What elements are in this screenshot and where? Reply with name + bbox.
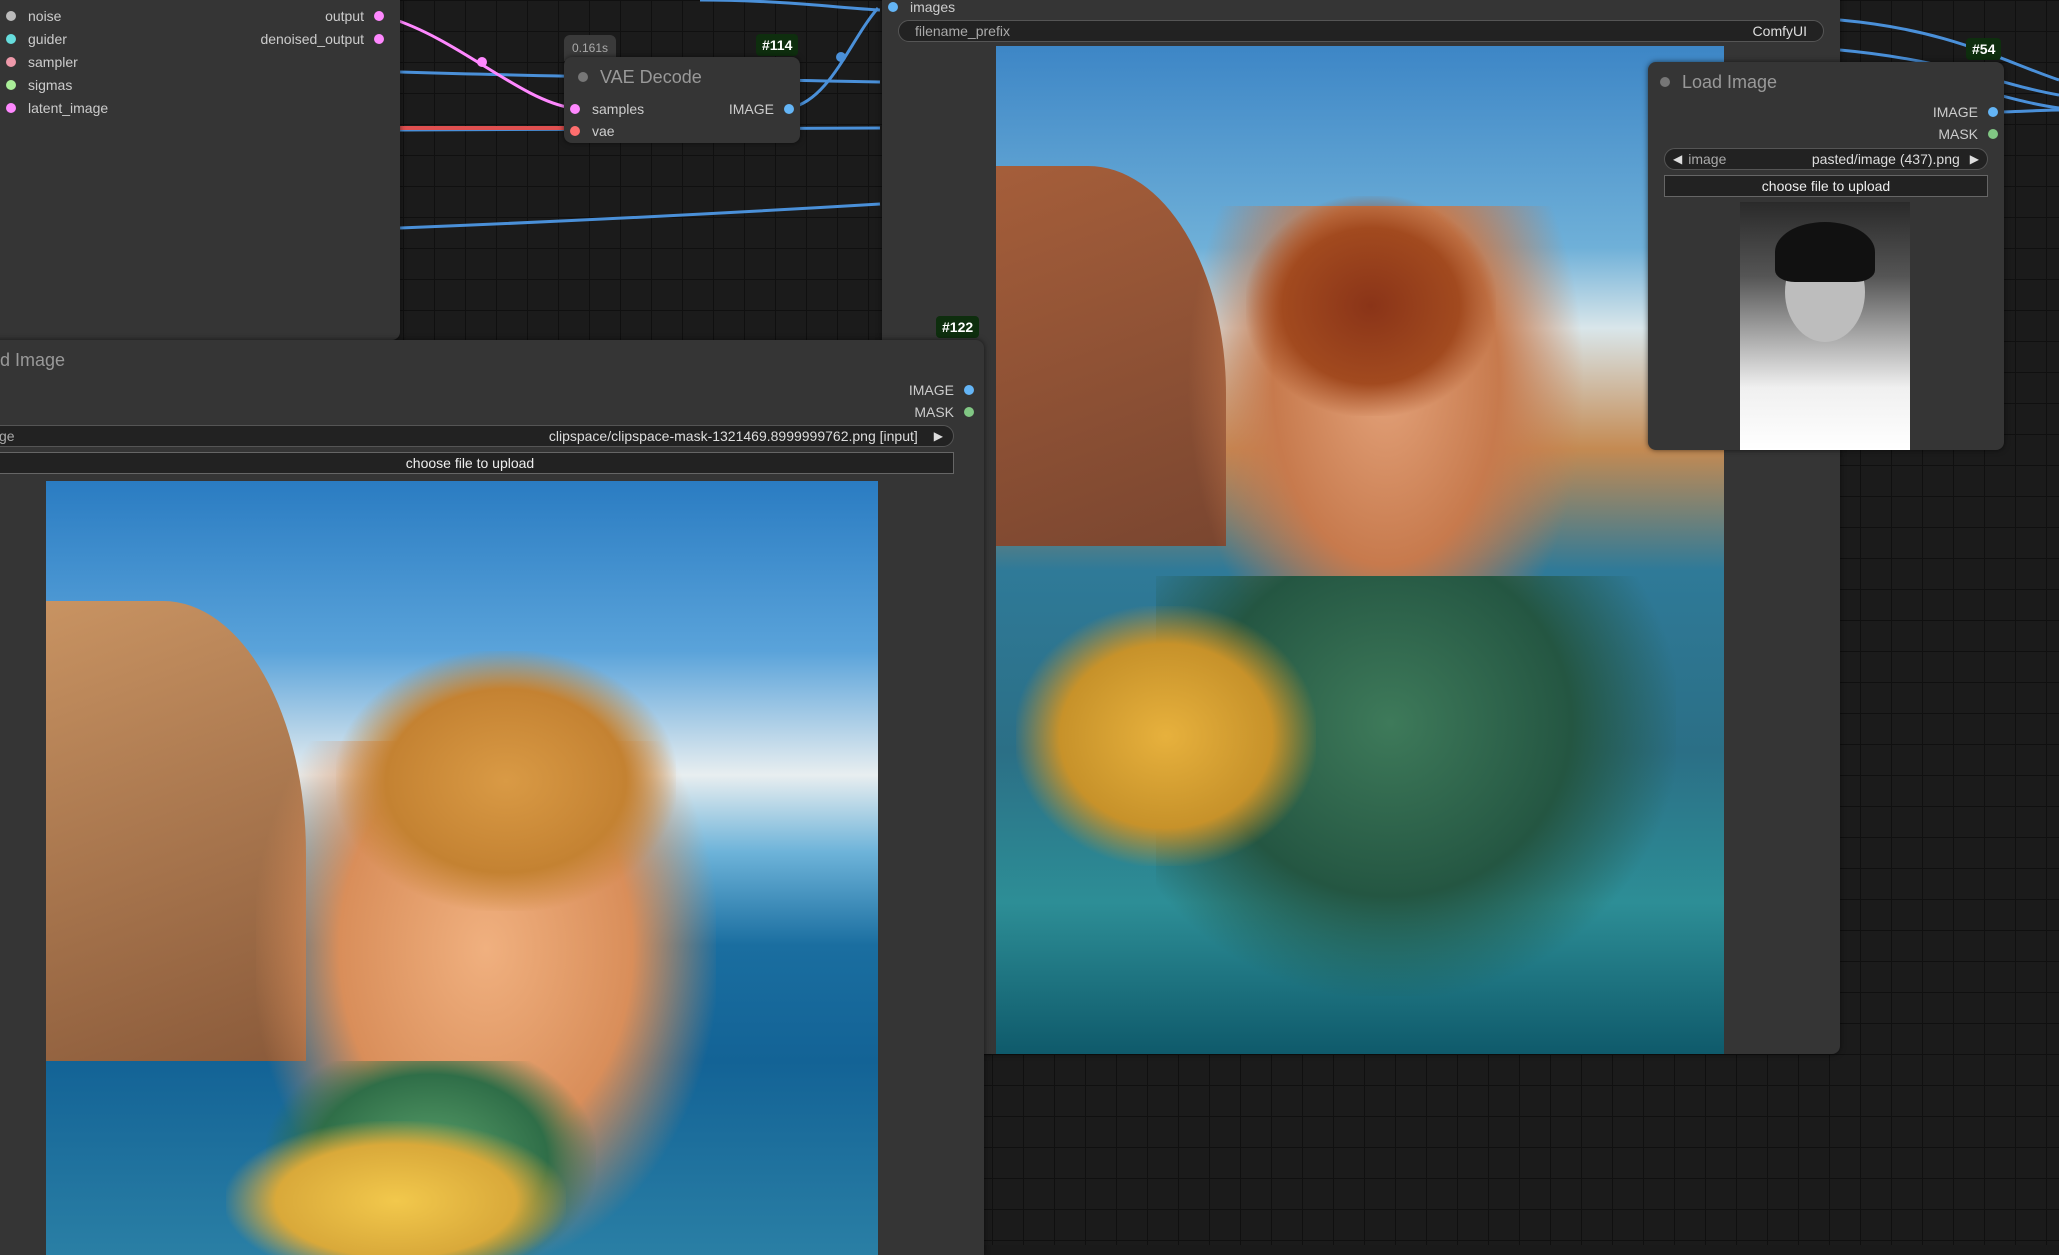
output-mask-left-label: MASK (914, 404, 954, 420)
latent-slot-icon (6, 103, 16, 113)
noise-slot-icon (6, 11, 16, 21)
node-id-badge-122: #122 (936, 316, 980, 338)
mask-slot-icon (1988, 129, 1998, 139)
filename-prefix-widget[interactable]: filename_prefix ComfyUI (898, 20, 1824, 42)
input-images-label: images (910, 0, 956, 15)
output-mask-right-label: MASK (1938, 126, 1978, 142)
denoised-slot-icon (374, 34, 384, 44)
output-mask-right[interactable]: MASK (1938, 126, 1998, 142)
image-select-widget-left[interactable]: ge clipspace/clipspace-mask-1321469.8999… (0, 425, 954, 447)
load-image-left-title-bar[interactable]: d Image (0, 340, 984, 380)
vae-decode-title-bar[interactable]: VAE Decode (564, 57, 800, 97)
image-select-value: clipspace/clipspace-mask-1321469.8999999… (548, 428, 918, 444)
input-images[interactable]: images (888, 0, 955, 15)
output-output[interactable]: output (325, 8, 384, 24)
output-mask-left[interactable]: MASK (914, 404, 974, 420)
sigmas-slot-icon (6, 80, 16, 90)
output-output-label: output (325, 8, 364, 24)
input-latent-label: latent_image (28, 100, 109, 116)
image-select-widget-right[interactable]: ◀ image pasted/image (437).png ▶ (1664, 148, 1988, 170)
sampler-slot-icon (6, 57, 16, 67)
output-image[interactable]: IMAGE (729, 101, 794, 117)
output-image-label: IMAGE (728, 101, 774, 117)
input-guider-label: guider (28, 31, 67, 47)
output-image-right-label: IMAGE (1932, 104, 1978, 120)
output-denoised[interactable]: denoised_output (260, 31, 384, 47)
load-image-node-left[interactable]: d Image IMAGE MASK ge clipspace/clipspac… (0, 340, 984, 1255)
hair-shape (336, 651, 676, 911)
image-slot-icon (1988, 107, 1998, 117)
loaded-image-preview-right[interactable] (1740, 202, 1910, 450)
choose-file-button-right[interactable]: choose file to upload (1664, 175, 1988, 197)
filename-prefix-value: ComfyUI (1752, 23, 1807, 39)
load-image-right-title-bar[interactable]: Load Image (1648, 62, 2004, 102)
mask-slot-icon (964, 407, 974, 417)
node-id-badge-114: #114 (756, 34, 799, 56)
node-id-badge-54: #54 (1966, 38, 2002, 60)
input-sigmas-label: sigmas (28, 77, 73, 93)
input-samples-label: samples (592, 101, 645, 117)
samples-slot-icon (570, 104, 580, 114)
output-slot-icon (374, 11, 384, 21)
portrait-hair-shape (1775, 222, 1875, 282)
node-collapse-icon[interactable] (578, 72, 588, 82)
sampler-node[interactable]: noise guider sampler sigmas latent_image… (0, 0, 400, 340)
guider-slot-icon (6, 34, 16, 44)
input-noise-label: noise (28, 8, 62, 24)
output-denoised-label: denoised_output (260, 31, 364, 47)
input-sigmas[interactable]: sigmas (6, 77, 72, 93)
input-vae[interactable]: vae (570, 123, 615, 139)
input-guider[interactable]: guider (6, 31, 67, 47)
node-collapse-icon[interactable] (1660, 77, 1670, 87)
input-vae-label: vae (592, 123, 615, 139)
input-latent-image[interactable]: latent_image (6, 100, 108, 116)
image-slot-icon (784, 104, 794, 114)
hair-shape (1246, 196, 1496, 416)
arrow-right-icon[interactable]: ▶ (934, 429, 943, 443)
output-image-right[interactable]: IMAGE (1933, 104, 1998, 120)
float-shape (226, 1121, 566, 1255)
float-shape (1016, 606, 1316, 866)
filename-prefix-label: filename_prefix (915, 23, 1010, 39)
image-select-value: pasted/image (437).png (1811, 151, 1960, 167)
input-sampler[interactable]: sampler (6, 54, 78, 70)
output-image-preview[interactable] (996, 46, 1724, 1054)
choose-file-button-left[interactable]: choose file to upload (0, 452, 954, 474)
image-slot-icon (964, 385, 974, 395)
input-samples[interactable]: samples (570, 101, 644, 117)
arrow-right-icon[interactable]: ▶ (1970, 152, 1979, 166)
images-slot-icon (888, 2, 898, 12)
input-sampler-label: sampler (28, 54, 78, 70)
image-select-label: ge (0, 428, 15, 444)
vae-slot-icon (570, 126, 580, 136)
load-image-left-title: d Image (0, 349, 66, 370)
load-image-node-right[interactable]: Load Image IMAGE MASK ◀ image pasted/ima… (1648, 62, 2004, 450)
output-image-left[interactable]: IMAGE (909, 382, 974, 398)
output-image-left-label: IMAGE (908, 382, 954, 398)
vae-decode-node[interactable]: VAE Decode samples vae IMAGE (564, 57, 800, 143)
input-noise[interactable]: noise (6, 8, 61, 24)
vae-decode-title: VAE Decode (600, 66, 702, 87)
load-image-right-title: Load Image (1682, 71, 1778, 92)
image-select-label: image (1688, 151, 1727, 167)
loaded-image-preview-left[interactable] (46, 481, 878, 1255)
arrow-left-icon[interactable]: ◀ (1673, 152, 1682, 166)
